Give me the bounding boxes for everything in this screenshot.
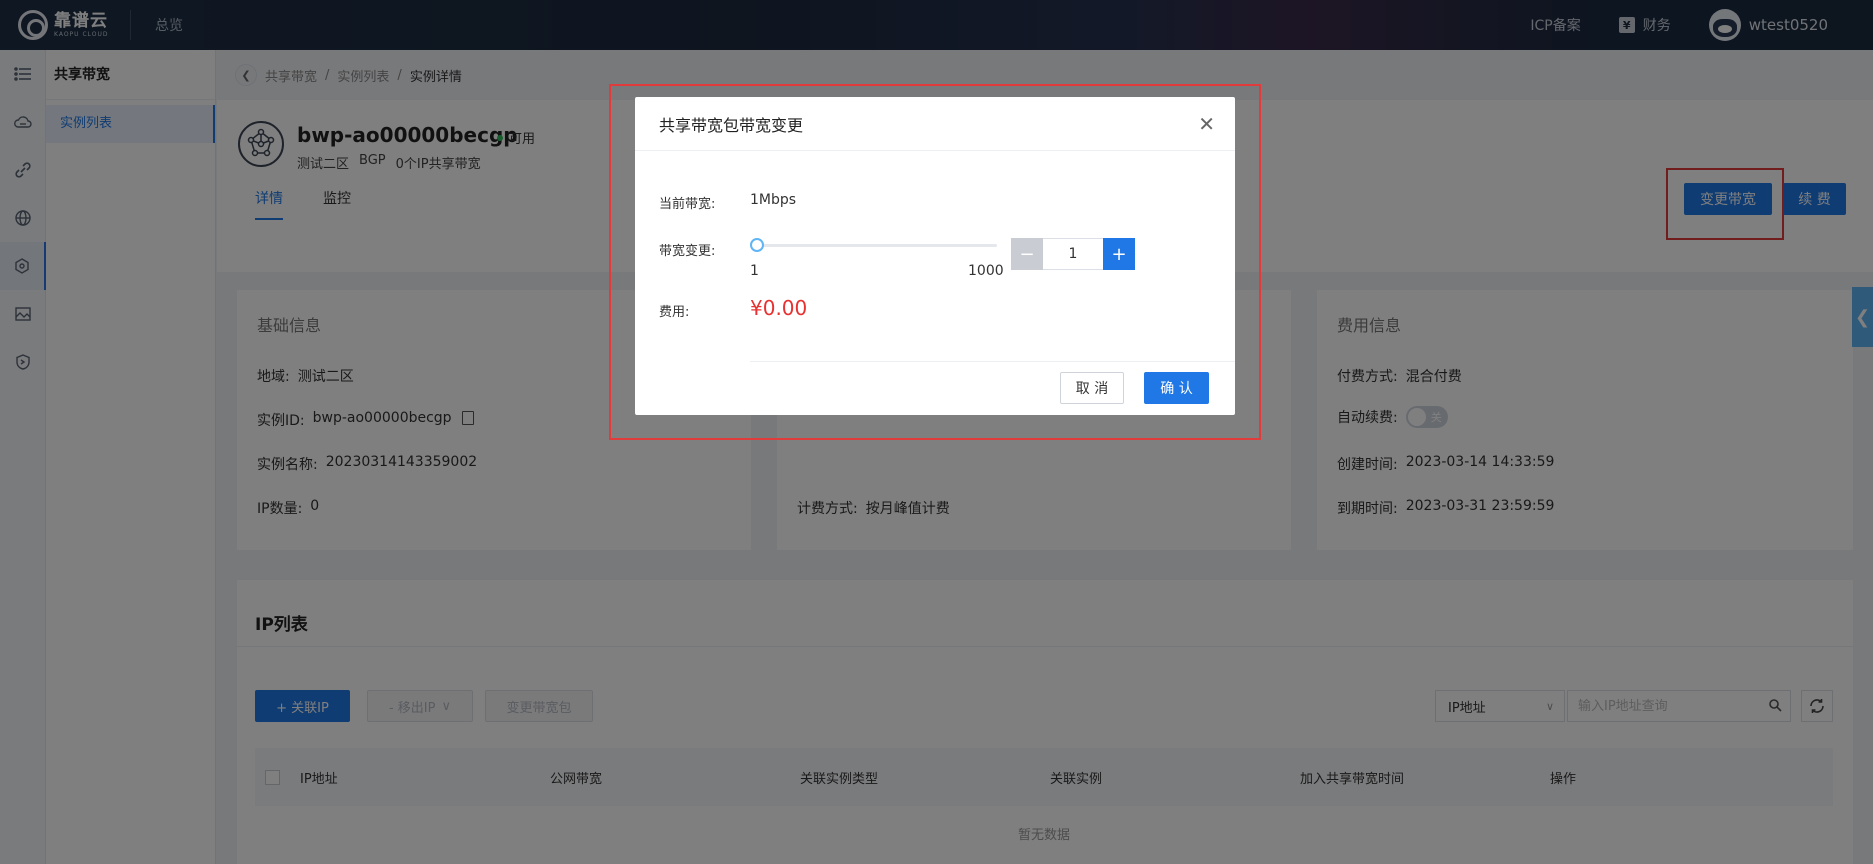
confirm-button[interactable]: 确 认 (1144, 372, 1209, 404)
increment-button[interactable]: + (1103, 238, 1135, 270)
fee-label: 费用: (659, 305, 690, 320)
divider (750, 361, 1235, 362)
bandwidth-input[interactable] (1043, 238, 1103, 270)
slider-max-label: 1000 (968, 263, 1004, 279)
change-bandwidth-dialog: 共享带宽包带宽变更 ✕ 当前带宽: 1Mbps 带宽变更: 1 1000 − +… (635, 97, 1235, 415)
decrement-button[interactable]: − (1011, 238, 1043, 270)
cancel-button[interactable]: 取 消 (1060, 372, 1124, 404)
slider-handle[interactable] (750, 238, 764, 252)
slider-min-label: 1 (750, 263, 759, 279)
current-bandwidth-label: 当前带宽: (659, 197, 716, 212)
current-bandwidth-value: 1Mbps (750, 192, 797, 208)
close-icon[interactable]: ✕ (1198, 114, 1215, 134)
bandwidth-stepper: − + (1011, 238, 1135, 270)
bandwidth-slider[interactable] (750, 238, 997, 252)
bandwidth-change-label: 带宽变更: (659, 244, 716, 259)
dialog-title: 共享带宽包带宽变更 (659, 115, 804, 135)
fee-value: ¥0.00 (750, 296, 808, 320)
dialog-header: 共享带宽包带宽变更 ✕ (635, 97, 1235, 151)
